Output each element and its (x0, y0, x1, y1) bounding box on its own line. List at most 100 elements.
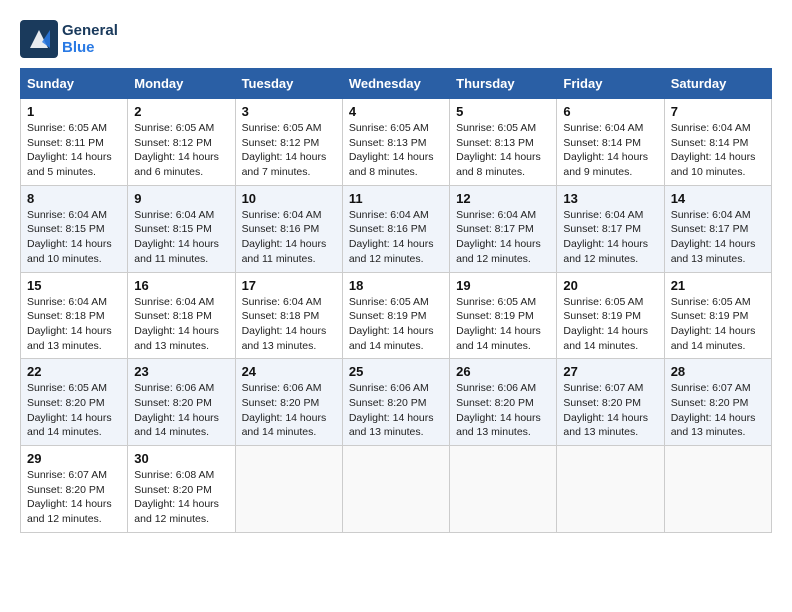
calendar-cell: 9Sunrise: 6:04 AM Sunset: 8:15 PM Daylig… (128, 185, 235, 272)
day-number: 13 (563, 191, 657, 206)
page-header: General Blue (20, 20, 772, 58)
calendar-cell: 7 Sunrise: 6:04 AM Sunset: 8:14 PM Daylig… (664, 99, 771, 186)
day-info: Sunrise: 6:04 AM Sunset: 8:16 PM Dayligh… (349, 208, 443, 267)
day-info: Sunrise: 6:04 AM Sunset: 8:14 PM Dayligh… (671, 121, 765, 180)
day-info: Sunrise: 6:07 AM Sunset: 8:20 PM Dayligh… (671, 381, 765, 440)
day-number: 11 (349, 191, 443, 206)
calendar-cell: 5Sunrise: 6:05 AM Sunset: 8:13 PM Daylig… (450, 99, 557, 186)
day-header-tuesday: Tuesday (235, 69, 342, 99)
calendar-cell: 2Sunrise: 6:05 AM Sunset: 8:12 PM Daylig… (128, 99, 235, 186)
day-info: Sunrise: 6:06 AM Sunset: 8:20 PM Dayligh… (349, 381, 443, 440)
calendar-cell: 8 Sunrise: 6:04 AM Sunset: 8:15 PM Daylig… (21, 185, 128, 272)
day-number: 19 (456, 278, 550, 293)
calendar-cell: 3 Sunrise: 6:05 AM Sunset: 8:12 PM Daylig… (235, 99, 342, 186)
logo: General Blue (20, 20, 118, 58)
calendar-cell (235, 446, 342, 533)
day-number: 24 (242, 364, 336, 379)
day-number: 8 (27, 191, 121, 206)
calendar-cell: 22 Sunrise: 6:05 AM Sunset: 8:20 PM Dayli… (21, 359, 128, 446)
logo-subname: Blue (62, 39, 118, 56)
day-number: 4 (349, 104, 443, 119)
calendar-week-row: 15 Sunrise: 6:04 AM Sunset: 8:18 PM Dayli… (21, 272, 772, 359)
calendar-cell: 16 Sunrise: 6:04 AM Sunset: 8:18 PM Dayli… (128, 272, 235, 359)
day-info: Sunrise: 6:05 AM Sunset: 8:19 PM Dayligh… (349, 295, 443, 354)
calendar-cell: 30 Sunrise: 6:08 AM Sunset: 8:20 PM Dayli… (128, 446, 235, 533)
day-header-wednesday: Wednesday (342, 69, 449, 99)
calendar-cell: 11 Sunrise: 6:04 AM Sunset: 8:16 PM Dayli… (342, 185, 449, 272)
day-number: 22 (27, 364, 121, 379)
day-number: 6 (563, 104, 657, 119)
calendar-week-row: 22 Sunrise: 6:05 AM Sunset: 8:20 PM Dayli… (21, 359, 772, 446)
day-number: 10 (242, 191, 336, 206)
calendar-cell: 14 Sunrise: 6:04 AM Sunset: 8:17 PM Dayli… (664, 185, 771, 272)
day-number: 28 (671, 364, 765, 379)
calendar-week-row: 8 Sunrise: 6:04 AM Sunset: 8:15 PM Daylig… (21, 185, 772, 272)
day-number: 21 (671, 278, 765, 293)
day-info: Sunrise: 6:04 AM Sunset: 8:16 PM Dayligh… (242, 208, 336, 267)
calendar-cell: 1 Sunrise: 6:05 AM Sunset: 8:11 PM Daylig… (21, 99, 128, 186)
day-info: Sunrise: 6:08 AM Sunset: 8:20 PM Dayligh… (134, 468, 228, 527)
day-info: Sunrise: 6:07 AM Sunset: 8:20 PM Dayligh… (27, 468, 121, 527)
day-info: Sunrise: 6:04 AM Sunset: 8:17 PM Dayligh… (671, 208, 765, 267)
calendar-cell: 12 Sunrise: 6:04 AM Sunset: 8:17 PM Dayli… (450, 185, 557, 272)
day-number: 26 (456, 364, 550, 379)
day-number: 9 (134, 191, 228, 206)
day-header-saturday: Saturday (664, 69, 771, 99)
day-info: Sunrise: 6:05 AM Sunset: 8:13 PM Dayligh… (456, 121, 550, 180)
calendar-cell: 27Sunrise: 6:07 AM Sunset: 8:20 PM Dayli… (557, 359, 664, 446)
day-info: Sunrise: 6:04 AM Sunset: 8:14 PM Dayligh… (563, 121, 657, 180)
calendar-cell: 6 Sunrise: 6:04 AM Sunset: 8:14 PM Daylig… (557, 99, 664, 186)
day-info: Sunrise: 6:04 AM Sunset: 8:18 PM Dayligh… (134, 295, 228, 354)
day-header-thursday: Thursday (450, 69, 557, 99)
calendar-cell: 23Sunrise: 6:06 AM Sunset: 8:20 PM Dayli… (128, 359, 235, 446)
calendar-cell: 4 Sunrise: 6:05 AM Sunset: 8:13 PM Daylig… (342, 99, 449, 186)
day-info: Sunrise: 6:05 AM Sunset: 8:11 PM Dayligh… (27, 121, 121, 180)
day-info: Sunrise: 6:04 AM Sunset: 8:17 PM Dayligh… (456, 208, 550, 267)
day-number: 15 (27, 278, 121, 293)
day-info: Sunrise: 6:05 AM Sunset: 8:19 PM Dayligh… (563, 295, 657, 354)
day-info: Sunrise: 6:04 AM Sunset: 8:18 PM Dayligh… (242, 295, 336, 354)
day-number: 18 (349, 278, 443, 293)
day-number: 7 (671, 104, 765, 119)
calendar-cell: 28 Sunrise: 6:07 AM Sunset: 8:20 PM Dayli… (664, 359, 771, 446)
day-info: Sunrise: 6:06 AM Sunset: 8:20 PM Dayligh… (242, 381, 336, 440)
calendar-cell: 20 Sunrise: 6:05 AM Sunset: 8:19 PM Dayli… (557, 272, 664, 359)
calendar-cell: 26 Sunrise: 6:06 AM Sunset: 8:20 PM Dayli… (450, 359, 557, 446)
calendar-cell (664, 446, 771, 533)
day-info: Sunrise: 6:04 AM Sunset: 8:15 PM Dayligh… (27, 208, 121, 267)
logo-name: General (62, 22, 118, 39)
day-number: 27 (563, 364, 657, 379)
day-number: 29 (27, 451, 121, 466)
day-number: 16 (134, 278, 228, 293)
logo-icon (20, 20, 58, 58)
calendar-cell (450, 446, 557, 533)
day-info: Sunrise: 6:05 AM Sunset: 8:13 PM Dayligh… (349, 121, 443, 180)
calendar-week-row: 1 Sunrise: 6:05 AM Sunset: 8:11 PM Daylig… (21, 99, 772, 186)
calendar-header-row: SundayMondayTuesdayWednesdayThursdayFrid… (21, 69, 772, 99)
day-number: 30 (134, 451, 228, 466)
day-info: Sunrise: 6:04 AM Sunset: 8:18 PM Dayligh… (27, 295, 121, 354)
day-info: Sunrise: 6:05 AM Sunset: 8:12 PM Dayligh… (242, 121, 336, 180)
day-info: Sunrise: 6:06 AM Sunset: 8:20 PM Dayligh… (456, 381, 550, 440)
day-info: Sunrise: 6:05 AM Sunset: 8:20 PM Dayligh… (27, 381, 121, 440)
day-number: 1 (27, 104, 121, 119)
day-number: 14 (671, 191, 765, 206)
day-number: 25 (349, 364, 443, 379)
day-number: 12 (456, 191, 550, 206)
day-number: 3 (242, 104, 336, 119)
day-header-friday: Friday (557, 69, 664, 99)
calendar-cell: 15 Sunrise: 6:04 AM Sunset: 8:18 PM Dayli… (21, 272, 128, 359)
day-info: Sunrise: 6:05 AM Sunset: 8:19 PM Dayligh… (456, 295, 550, 354)
calendar-table: SundayMondayTuesdayWednesdayThursdayFrid… (20, 68, 772, 533)
calendar-cell: 10 Sunrise: 6:04 AM Sunset: 8:16 PM Dayli… (235, 185, 342, 272)
calendar-cell: 13 Sunrise: 6:04 AM Sunset: 8:17 PM Dayli… (557, 185, 664, 272)
calendar-cell: 19 Sunrise: 6:05 AM Sunset: 8:19 PM Dayli… (450, 272, 557, 359)
calendar-cell: 21Sunrise: 6:05 AM Sunset: 8:19 PM Dayli… (664, 272, 771, 359)
day-info: Sunrise: 6:04 AM Sunset: 8:17 PM Dayligh… (563, 208, 657, 267)
calendar-cell: 29 Sunrise: 6:07 AM Sunset: 8:20 PM Dayli… (21, 446, 128, 533)
day-number: 2 (134, 104, 228, 119)
calendar-cell (342, 446, 449, 533)
day-number: 20 (563, 278, 657, 293)
calendar-cell (557, 446, 664, 533)
day-header-sunday: Sunday (21, 69, 128, 99)
